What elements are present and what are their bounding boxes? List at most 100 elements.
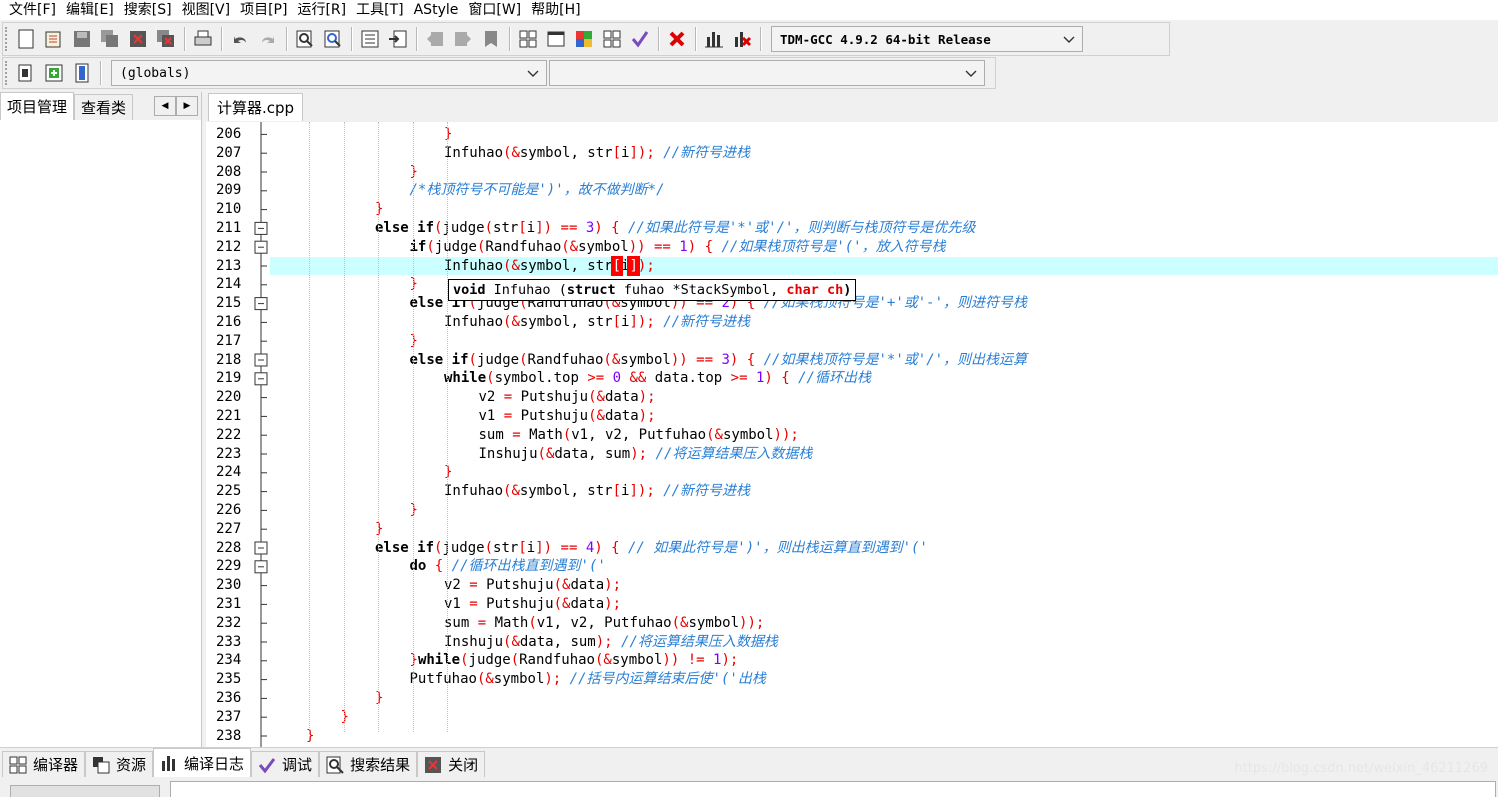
bookmark-prev-icon[interactable] <box>423 27 447 51</box>
goto-icon[interactable] <box>386 27 410 51</box>
menu-window[interactable]: 窗口[W] <box>463 0 526 20</box>
syntax-check-icon[interactable] <box>628 27 652 51</box>
compiler-select[interactable]: TDM-GCC 4.9.2 64-bit Release <box>771 26 1083 52</box>
tab-search-results[interactable]: 搜索结果 <box>319 751 418 777</box>
code-line[interactable]: } <box>270 332 1498 351</box>
code-line[interactable]: } <box>270 727 1498 746</box>
code-line[interactable]: } <box>270 163 1498 182</box>
code-line[interactable]: Inshuju(&data, sum); //将运算结果压入数据栈 <box>270 445 1498 464</box>
code-line[interactable]: } <box>270 501 1498 520</box>
scroll-left-icon[interactable]: ◀ <box>154 96 176 116</box>
stop-icon[interactable] <box>665 27 689 51</box>
save-all-icon[interactable] <box>98 27 122 51</box>
code-line[interactable]: else if(judge(str[i]) == 4) { // 如果此符号是'… <box>270 539 1498 558</box>
tab-compiler[interactable]: 编译器 <box>2 751 86 777</box>
find-icon[interactable] <box>293 27 317 51</box>
code-token: Infuhao <box>444 314 504 330</box>
code-line[interactable]: sum = Math(v1, v2, Putfuhao(&symbol)); <box>270 426 1498 445</box>
code-line[interactable]: v1 = Putshuju(&data); <box>270 595 1498 614</box>
code-line[interactable]: Inshuju(&data, sum); //将运算结果压入数据栈 <box>270 633 1498 652</box>
tab-compile-log[interactable]: 编译日志 <box>153 748 252 777</box>
code-line[interactable]: } <box>270 200 1498 219</box>
line-number: 212 <box>216 238 242 255</box>
code-token: 0 <box>612 370 622 387</box>
bookmark-toggle-icon[interactable] <box>479 27 503 51</box>
code-token: sum <box>478 426 513 443</box>
menu-tools[interactable]: 工具[T] <box>351 0 408 20</box>
code-line[interactable]: Infuhao(&symbol, str[i]); //新符号进栈 <box>270 144 1498 163</box>
compile-run-icon[interactable] <box>572 27 596 51</box>
code-line[interactable]: Infuhao(&symbol, str[i]); //新符号进栈 <box>270 313 1498 332</box>
rebuild-icon[interactable] <box>600 27 624 51</box>
new-project-icon[interactable] <box>14 61 38 85</box>
menu-search[interactable]: 搜索[S] <box>119 0 177 20</box>
member-select[interactable] <box>549 60 985 86</box>
menu-run[interactable]: 运行[R] <box>292 0 351 20</box>
bookmark-next-icon[interactable] <box>451 27 475 51</box>
tab-resources[interactable]: 资源 <box>85 751 154 777</box>
menu-astyle[interactable]: AStyle <box>409 0 464 20</box>
code-token: ); <box>721 652 739 669</box>
close-file-icon[interactable] <box>126 27 150 51</box>
menu-view[interactable]: 视图[V] <box>177 0 236 20</box>
code-text: else if(judge(str[i]) == 3) { //如果此符号是'*… <box>375 219 975 238</box>
tab-class-browser[interactable]: 查看类 <box>74 94 134 120</box>
replace-icon[interactable] <box>321 27 345 51</box>
code-line[interactable]: Infuhao(&symbol, str[i]); //新符号进栈 <box>270 482 1498 501</box>
toolbar-grip[interactable] <box>5 61 9 85</box>
code-line[interactable]: v2 = Putshuju(&data); <box>270 388 1498 407</box>
code-area[interactable]: } Infuhao(&symbol, str[i]); //新符号进栈}/*栈顶符… <box>270 122 1498 747</box>
tab-debug[interactable]: 调试 <box>251 751 320 777</box>
code-text: } <box>444 125 452 144</box>
code-line[interactable]: } <box>270 125 1498 144</box>
compile-log-output[interactable] <box>170 781 1496 797</box>
code-editor[interactable]: 206 207 208 209 210 211 212 213 214 215 216 217 218 2… <box>206 122 1498 747</box>
undo-icon[interactable] <box>228 27 252 51</box>
profile-icon[interactable] <box>702 27 726 51</box>
menu-edit[interactable]: 编辑[E] <box>61 0 119 20</box>
code-line[interactable]: }while(judge(Randfuhao(&symbol)) != 1); <box>270 651 1498 670</box>
compile-icon[interactable] <box>516 27 540 51</box>
indent-icon[interactable] <box>358 27 382 51</box>
code-line[interactable]: else if(judge(str[i]) == 3) { //如果此符号是'*… <box>270 219 1498 238</box>
code-line[interactable]: if(judge(Randfuhao(&symbol)) == 1) { //如… <box>270 238 1498 257</box>
code-line[interactable]: v2 = Putshuju(&data); <box>270 576 1498 595</box>
indent-guide <box>412 122 414 732</box>
code-line[interactable]: else if(judge(Randfuhao(&symbol)) == 3) … <box>270 351 1498 370</box>
code-line[interactable]: /*栈顶符号不可能是')'，故不做判断*/ <box>270 181 1498 200</box>
code-text: else if(judge(Randfuhao(&symbol)) == 3) … <box>410 351 1028 370</box>
code-line[interactable]: } <box>270 463 1498 482</box>
menu-project[interactable]: 项目[P] <box>235 0 292 20</box>
tab-project-manager[interactable]: 项目管理 <box>0 92 75 120</box>
new-file-icon[interactable] <box>14 27 38 51</box>
code-line[interactable]: v1 = Putshuju(&data); <box>270 407 1498 426</box>
scope-select[interactable]: (globals) <box>111 60 547 86</box>
code-token: data <box>604 389 639 406</box>
bottom-panel-button[interactable] <box>10 785 160 797</box>
menu-file[interactable]: 文件[F] <box>4 0 61 20</box>
delete-profile-icon[interactable] <box>730 27 754 51</box>
run-icon[interactable] <box>544 27 568 51</box>
open-file-icon[interactable] <box>42 27 66 51</box>
code-line[interactable]: } <box>270 520 1498 539</box>
remove-from-project-icon[interactable] <box>70 61 94 85</box>
toolbar-grip[interactable] <box>5 27 9 51</box>
code-line[interactable]: do { //循环出栈直到遇到'(' <box>270 557 1498 576</box>
tab-file[interactable]: 计算器.cpp <box>208 93 304 121</box>
add-to-project-icon[interactable] <box>42 61 66 85</box>
code-line[interactable]: while(symbol.top >= 0 && data.top >= 1) … <box>270 369 1498 388</box>
save-icon[interactable] <box>70 27 94 51</box>
code-line[interactable]: sum = Math(v1, v2, Putfuhao(&symbol)); <box>270 614 1498 633</box>
print-icon[interactable] <box>191 27 215 51</box>
close-all-icon[interactable] <box>154 27 178 51</box>
code-line-current[interactable]: Infuhao(&symbol, str[i]); <box>270 255 1498 276</box>
menu-help[interactable]: 帮助[H] <box>526 0 585 20</box>
scroll-right-icon[interactable]: ▶ <box>176 96 198 116</box>
line-number: 224 <box>216 464 242 481</box>
code-line[interactable]: } <box>270 689 1498 708</box>
tab-close[interactable]: 关闭 <box>417 751 486 777</box>
redo-icon[interactable] <box>256 27 280 51</box>
line-number: 210 <box>216 201 242 218</box>
code-line[interactable]: Putfuhao(&symbol); //括号内运算结束后使'('出栈 <box>270 670 1498 689</box>
code-line[interactable]: } <box>270 708 1498 727</box>
